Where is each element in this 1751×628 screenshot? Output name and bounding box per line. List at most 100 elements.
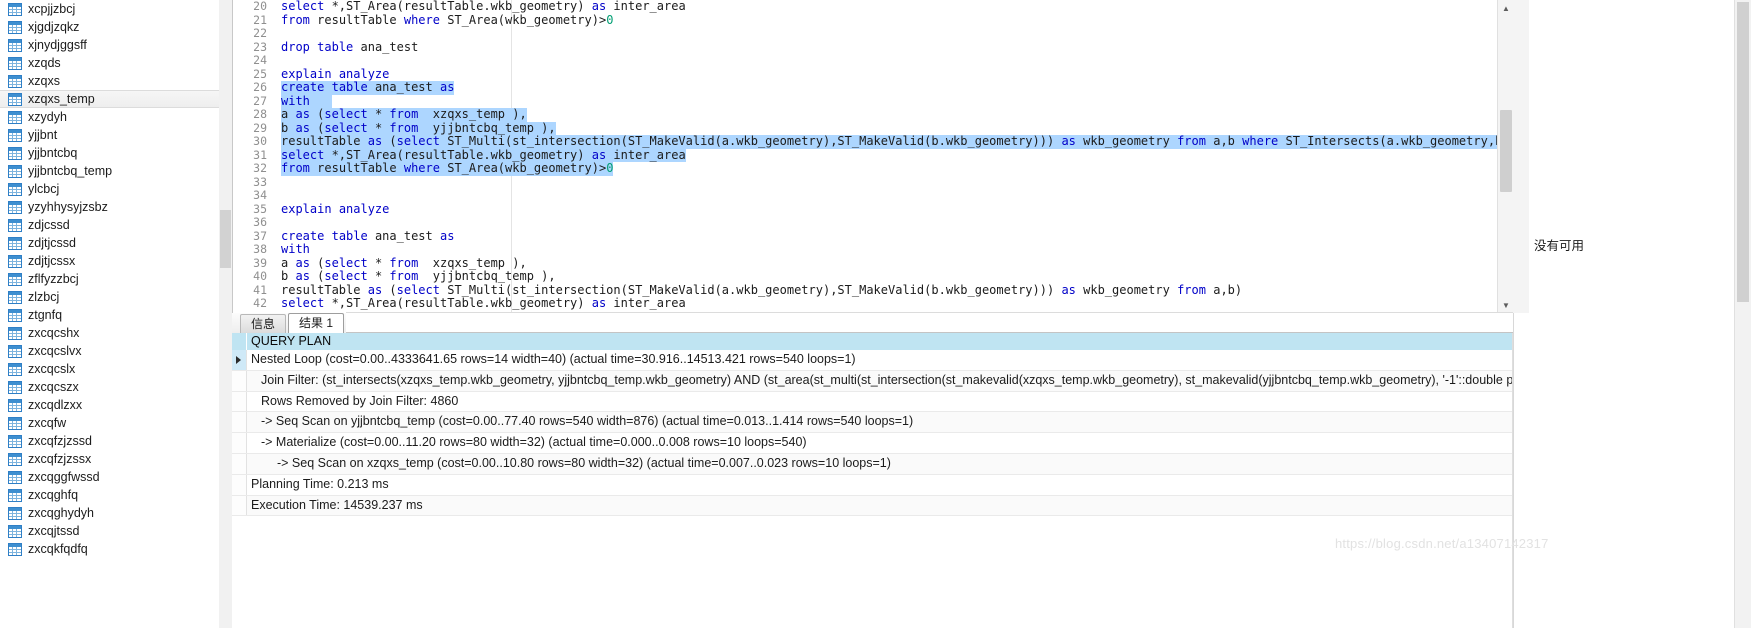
code-line-39[interactable]: 39 a as (select * from xzqxs_temp ), (233, 256, 1514, 271)
scroll-up-icon[interactable]: ▲ (1498, 0, 1514, 16)
sql-code-text[interactable]: 20 select *,ST_Area(resultTable.wkb_geome… (233, 0, 1514, 313)
tree-item-yjjbntcbq_temp[interactable]: yjjbntcbq_temp (0, 162, 219, 180)
code-text[interactable]: resultTable as (select ST_Multi(st_inter… (281, 134, 1514, 149)
code-text[interactable] (281, 216, 288, 230)
row-selector[interactable] (232, 495, 247, 516)
row-selector[interactable] (232, 453, 247, 474)
table-row[interactable]: -> Seq Scan on xzqxs_temp (cost=0.00..10… (232, 453, 1513, 475)
result-grid[interactable]: QUERY PLAN Nested Loop (cost=0.00..43336… (232, 333, 1531, 628)
table-row[interactable]: Nested Loop (cost=0.00..4333641.65 rows=… (232, 350, 1513, 371)
code-line-32[interactable]: 32 from resultTable where ST_Area(wkb_geo… (233, 161, 1514, 176)
row-selector[interactable] (232, 474, 247, 495)
tree-item-zxcqcshx[interactable]: zxcqcshx (0, 324, 219, 342)
code-line-23[interactable]: 23 drop table ana_test (233, 40, 1514, 55)
query-plan-cell[interactable]: Execution Time: 14539.237 ms (247, 496, 1513, 516)
scroll-down-icon[interactable]: ▼ (1498, 297, 1514, 313)
query-plan-cell[interactable]: -> Materialize (cost=0.00..11.20 rows=80… (247, 433, 1513, 453)
grid-body[interactable]: Nested Loop (cost=0.00..4333641.65 rows=… (232, 350, 1513, 628)
results-tabstrip[interactable]: 信息 结果 1 (232, 312, 1513, 334)
tree-item-zxcqcslvx[interactable]: zxcqcslvx (0, 342, 219, 360)
table-row[interactable]: Execution Time: 14539.237 ms (232, 495, 1513, 517)
results-tab-1[interactable]: 信息 (240, 314, 287, 333)
window-scrollbar-thumb[interactable] (1737, 2, 1749, 302)
code-text[interactable]: a as (select * from xzqxs_temp ), (281, 256, 527, 271)
code-text[interactable]: a as (select * from xzqxs_temp ), (281, 107, 527, 122)
code-text[interactable]: drop table ana_test (281, 40, 418, 55)
code-line-42[interactable]: 42 select *,ST_Area(resultTable.wkb_geome… (233, 296, 1514, 311)
tree-item-yjjbntcbq[interactable]: yjjbntcbq (0, 144, 219, 162)
query-plan-cell[interactable]: Rows Removed by Join Filter: 4860 (247, 392, 1513, 412)
row-selector-current-icon[interactable] (232, 350, 247, 370)
code-text[interactable]: from resultTable where ST_Area(wkb_geome… (281, 161, 614, 176)
column-header-query-plan[interactable]: QUERY PLAN (247, 333, 1513, 350)
code-line-20[interactable]: 20 select *,ST_Area(resultTable.wkb_geome… (233, 0, 1514, 14)
tree-item-zxcqfw[interactable]: zxcqfw (0, 414, 219, 432)
code-text[interactable] (281, 176, 288, 190)
code-line-25[interactable]: 25 explain analyze (233, 67, 1514, 82)
tree-item-xzqxs[interactable]: xzqxs (0, 72, 219, 90)
sql-editor[interactable]: 20 select *,ST_Area(resultTable.wkb_geome… (232, 0, 1514, 313)
code-line-24[interactable]: 24 (233, 53, 1514, 68)
code-line-35[interactable]: 35 explain analyze (233, 202, 1514, 217)
tree-item-xzqxs_temp[interactable]: xzqxs_temp (0, 90, 219, 108)
row-selector[interactable] (232, 391, 247, 412)
tree-item-yjjbnt[interactable]: yjjbnt (0, 126, 219, 144)
query-plan-cell[interactable]: Planning Time: 0.213 ms (247, 475, 1513, 495)
code-line-40[interactable]: 40 b as (select * from yjjbntcbq_temp ), (233, 269, 1514, 284)
table-row[interactable]: -> Materialize (cost=0.00..11.20 rows=80… (232, 433, 1513, 454)
tree-item-xzydyh[interactable]: xzydyh (0, 108, 219, 126)
query-plan-cell[interactable]: Join Filter: (st_intersects(xzqxs_temp.w… (247, 371, 1513, 391)
tree-item-zxcqkfqdfq[interactable]: zxcqkfqdfq (0, 540, 219, 558)
window-vertical-scrollbar[interactable] (1734, 0, 1751, 628)
tree-item-zxcqfzjzssx[interactable]: zxcqfzjzssx (0, 450, 219, 468)
tree-item-zxcqjtssd[interactable]: zxcqjtssd (0, 522, 219, 540)
code-text[interactable] (281, 189, 288, 203)
code-text[interactable]: b as (select * from yjjbntcbq_temp ), (281, 121, 556, 135)
tree-item-ztgnfq[interactable]: ztgnfq (0, 306, 219, 324)
table-row[interactable]: Rows Removed by Join Filter: 4860 (232, 391, 1513, 413)
tree-item-zdjcssd[interactable]: zdjcssd (0, 216, 219, 234)
tree-item-zxcqfzjzssd[interactable]: zxcqfzjzssd (0, 432, 219, 450)
tree-item-xjgdjzqkz[interactable]: xjgdjzqkz (0, 18, 219, 36)
code-text[interactable] (281, 27, 288, 41)
code-line-30[interactable]: 30 resultTable as (select ST_Multi(st_int… (233, 134, 1514, 149)
code-text[interactable]: create table ana_test as (281, 229, 454, 244)
grid-corner-cell[interactable] (232, 333, 247, 350)
tree-item-zxcqcslx[interactable]: zxcqcslx (0, 360, 219, 378)
code-text[interactable]: select *,ST_Area(resultTable.wkb_geometr… (281, 0, 686, 14)
code-line-28[interactable]: 28 a as (select * from xzqxs_temp ), (233, 107, 1514, 122)
code-line-36[interactable]: 36 (233, 215, 1514, 230)
code-line-41[interactable]: 41 resultTable as (select ST_Multi(st_int… (233, 283, 1514, 298)
code-text[interactable] (281, 54, 288, 68)
query-plan-cell[interactable]: -> Seq Scan on xzqxs_temp (cost=0.00..10… (247, 454, 1513, 474)
tree-item-xjnydjggsff[interactable]: xjnydjggsff (0, 36, 219, 54)
code-text[interactable]: create table ana_test as (281, 80, 455, 95)
tree-item-zxcqghfq[interactable]: zxcqghfq (0, 486, 219, 504)
editor-scrollbar-thumb[interactable] (1500, 110, 1512, 192)
code-line-37[interactable]: 37 create table ana_test as (233, 229, 1514, 244)
tree-item-zlzbcj[interactable]: zlzbcj (0, 288, 219, 306)
tree-item-yzyhhysyjzsbz[interactable]: yzyhhysyjzsbz (0, 198, 219, 216)
right-panel-scrollbar[interactable] (1513, 0, 1529, 313)
results-tab-2[interactable]: 结果 1 (288, 313, 345, 333)
object-tree-sidebar[interactable]: wjmndsyqlzxcpjjzbcjxjgdjzqkzxjnydjggsffx… (0, 0, 220, 628)
row-selector[interactable] (232, 433, 247, 453)
code-text[interactable]: resultTable as (select ST_Multi(st_inter… (281, 283, 1242, 298)
code-text[interactable]: select *,ST_Area(resultTable.wkb_geometr… (281, 148, 686, 162)
tree-item-zxcqggfwssd[interactable]: zxcqggfwssd (0, 468, 219, 486)
code-text[interactable]: explain analyze (281, 67, 389, 82)
tree-item-zxcqdlzxx[interactable]: zxcqdlzxx (0, 396, 219, 414)
tree-item-xcpjjzbcj[interactable]: xcpjjzbcj (0, 0, 219, 18)
code-text[interactable]: select *,ST_Area(resultTable.wkb_geometr… (281, 296, 686, 311)
code-line-38[interactable]: 38 with (233, 242, 1514, 257)
row-selector[interactable] (232, 412, 247, 433)
sidebar-scrollbar-thumb[interactable] (220, 210, 231, 268)
code-text[interactable]: explain analyze (281, 202, 389, 217)
tree-item-xzqds[interactable]: xzqds (0, 54, 219, 72)
code-text[interactable]: b as (select * from yjjbntcbq_temp ), (281, 269, 556, 284)
code-text[interactable]: from resultTable where ST_Area(wkb_geome… (281, 13, 613, 28)
tree-item-zxcqcszx[interactable]: zxcqcszx (0, 378, 219, 396)
tree-item-zflfyzzbcj[interactable]: zflfyzzbcj (0, 270, 219, 288)
table-row[interactable]: Join Filter: (st_intersects(xzqxs_temp.w… (232, 370, 1513, 392)
code-line-26[interactable]: 26 create table ana_test as (233, 80, 1514, 95)
